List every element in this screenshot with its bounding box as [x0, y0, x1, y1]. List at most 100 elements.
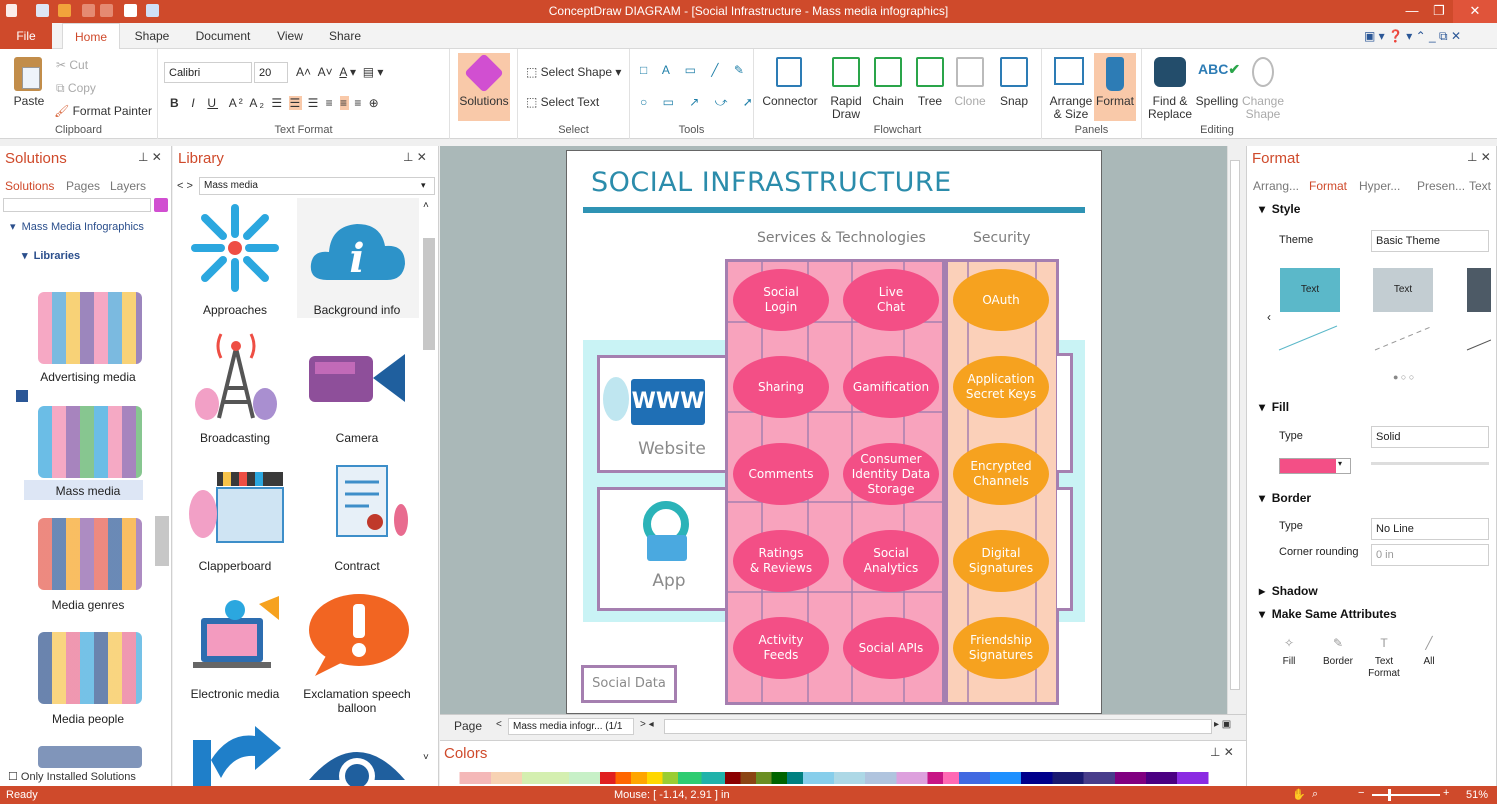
- select-shape-button[interactable]: ⬚ Select Shape ▾: [526, 65, 621, 79]
- library-select[interactable]: Mass media: [199, 177, 435, 195]
- ellipse-app-secret-keys[interactable]: Application Secret Keys: [953, 356, 1049, 418]
- cut-button[interactable]: ✂ Cut: [56, 58, 88, 72]
- search-icon[interactable]: [154, 198, 168, 212]
- rapid-draw-button[interactable]: Rapid Draw: [824, 95, 868, 121]
- tab-home[interactable]: Home: [62, 23, 120, 50]
- page-prev-button[interactable]: <: [496, 719, 502, 730]
- drawing-tools-row2[interactable]: ○ ▭ ↗ ⤻ ➚: [640, 95, 759, 110]
- library-nav-arrows[interactable]: < >: [177, 180, 193, 192]
- font-size-tools[interactable]: A˄ A˅ A ▾ ▤ ▾: [296, 65, 383, 79]
- zoom-tool-icon[interactable]: ⌕: [1312, 788, 1318, 801]
- contract-icon[interactable]: [309, 462, 409, 544]
- chain-button[interactable]: Chain: [870, 95, 906, 108]
- canvas-vertical-scrollbar[interactable]: [1227, 146, 1242, 714]
- tab-arrange[interactable]: Arrang...: [1253, 179, 1299, 193]
- tab-layers[interactable]: Layers: [110, 179, 146, 193]
- tree-mass-media-infographics[interactable]: ▾ Mass Media Infographics: [10, 220, 144, 233]
- ellipse-encrypted-channels[interactable]: Encrypted Channels: [953, 443, 1049, 505]
- solutions-pin-close[interactable]: ⊥ ✕: [138, 150, 162, 164]
- zoom-slider[interactable]: [1372, 794, 1440, 796]
- ellipse-activity-feeds[interactable]: Activity Feeds: [733, 617, 829, 679]
- tab-share[interactable]: Share: [324, 23, 366, 49]
- electronic-media-icon[interactable]: [187, 596, 287, 682]
- solutions-search-input[interactable]: [3, 198, 151, 212]
- page-next-button[interactable]: > ◂: [640, 719, 654, 730]
- library-scrollbar[interactable]: [423, 238, 435, 350]
- broadcasting-icon[interactable]: [193, 328, 279, 422]
- ellipse-digital-signatures[interactable]: Digital Signatures: [953, 530, 1049, 592]
- theme-select[interactable]: Basic Theme: [1371, 230, 1489, 252]
- clapperboard-icon[interactable]: [187, 464, 287, 546]
- only-installed-checkbox[interactable]: ☐ Only Installed Solutions: [8, 770, 136, 783]
- font-size-select[interactable]: 20: [254, 62, 288, 83]
- column-header-security[interactable]: Security: [973, 230, 1031, 246]
- drawing-tools-row1[interactable]: □ A ▭ ╱ ✎: [640, 63, 750, 77]
- colors-pin-close[interactable]: ⊥ ✕: [1210, 745, 1234, 759]
- eye-icon[interactable]: [307, 740, 407, 794]
- ellipse-live-chat[interactable]: Live Chat: [843, 269, 939, 331]
- shadow-section[interactable]: ▸ Shadow: [1259, 584, 1318, 598]
- theme-swatch-2[interactable]: Text: [1373, 268, 1433, 312]
- library-pin-close[interactable]: ⊥ ✕: [403, 150, 427, 164]
- snap-button[interactable]: Snap: [996, 95, 1032, 108]
- save-icon[interactable]: [16, 390, 28, 402]
- ellipse-friendship-signatures[interactable]: Friendship Signatures: [953, 617, 1049, 679]
- paste-button[interactable]: Paste: [10, 95, 48, 108]
- format-pin-close[interactable]: ⊥ ✕: [1467, 150, 1491, 164]
- arrange-size-button[interactable]: Arrange & Size: [1046, 95, 1096, 121]
- tab-shape[interactable]: Shape: [130, 23, 174, 49]
- change-shape-button[interactable]: Change Shape: [1240, 95, 1286, 121]
- fill-type-select[interactable]: Solid: [1371, 426, 1489, 448]
- hand-tool-icon[interactable]: ✋: [1292, 788, 1306, 801]
- tree-libraries[interactable]: ▾ Libraries: [22, 249, 80, 262]
- social-data-box[interactable]: Social Data: [581, 665, 677, 703]
- tab-text[interactable]: Text: [1469, 179, 1491, 193]
- zoom-out-button[interactable]: −: [1358, 787, 1364, 799]
- ellipse-oauth[interactable]: OAuth: [953, 269, 1049, 331]
- ellipse-comments[interactable]: Comments: [733, 443, 829, 505]
- camera-icon[interactable]: [307, 350, 407, 406]
- close-button[interactable]: ✕: [1453, 0, 1497, 23]
- make-same-border-button[interactable]: ✎ Border: [1317, 636, 1359, 667]
- zoom-slider-thumb[interactable]: [1388, 789, 1391, 801]
- share-arrow-icon[interactable]: [189, 726, 283, 786]
- ellipse-sharing[interactable]: Sharing: [733, 356, 829, 418]
- make-same-fill-button[interactable]: ✧ Fill: [1271, 636, 1307, 667]
- theme-swatch-3[interactable]: [1467, 268, 1491, 312]
- maximize-button[interactable]: ❐: [1422, 0, 1456, 23]
- theme-prev-arrow[interactable]: ‹: [1267, 310, 1271, 324]
- copy-button[interactable]: ⧉ Copy: [56, 81, 96, 96]
- vscroll-thumb[interactable]: [1230, 160, 1240, 690]
- tab-solutions[interactable]: Solutions: [5, 179, 54, 193]
- background-info-icon[interactable]: i: [307, 214, 407, 284]
- format-painter-button[interactable]: 🖌 Format Painter: [54, 104, 152, 118]
- more-library-thumbnail[interactable]: [38, 746, 142, 768]
- border-section[interactable]: ▾ Border: [1259, 491, 1311, 505]
- text-style-buttons[interactable]: B I U A² A₂ ☰ ☰ ☰ ≡ ≡ ≡ ⊕: [170, 96, 381, 110]
- zoom-in-button[interactable]: +: [1443, 787, 1449, 799]
- tab-file[interactable]: File: [0, 23, 52, 49]
- library-scroll-up[interactable]: ˄: [423, 200, 429, 211]
- style-section[interactable]: ▾ Style: [1259, 202, 1300, 216]
- hscroll-track[interactable]: [664, 719, 1212, 734]
- border-type-select[interactable]: No Line: [1371, 518, 1489, 540]
- theme-page-dots[interactable]: ● ○ ○: [1393, 372, 1414, 382]
- column-header-services[interactable]: Services & Technologies: [757, 230, 926, 246]
- make-same-all-button[interactable]: ╱ All: [1411, 636, 1447, 667]
- hscroll-right[interactable]: ▸ ▣: [1214, 719, 1231, 730]
- make-same-text-button[interactable]: T Text Format: [1363, 636, 1405, 680]
- mass-media-thumbnail[interactable]: [38, 406, 142, 478]
- ellipse-gamification[interactable]: Gamification: [843, 356, 939, 418]
- solutions-button[interactable]: Solutions: [458, 53, 510, 121]
- tab-pages[interactable]: Pages: [66, 179, 100, 193]
- ellipse-social-apis[interactable]: Social APIs: [843, 617, 939, 679]
- tab-presentation[interactable]: Presen...: [1417, 179, 1465, 193]
- tab-format[interactable]: Format: [1309, 179, 1347, 193]
- fill-section[interactable]: ▾ Fill: [1259, 400, 1289, 414]
- select-text-button[interactable]: ⬚ Select Text: [526, 95, 599, 109]
- spelling-button[interactable]: Spelling: [1194, 95, 1240, 108]
- solutions-scrollbar[interactable]: [155, 516, 169, 566]
- ellipse-social-login[interactable]: Social Login: [733, 269, 829, 331]
- diagram-page[interactable]: SOCIAL INFRASTRUCTURE Services & Technol…: [566, 150, 1102, 714]
- theme-swatch-1[interactable]: Text: [1280, 268, 1340, 312]
